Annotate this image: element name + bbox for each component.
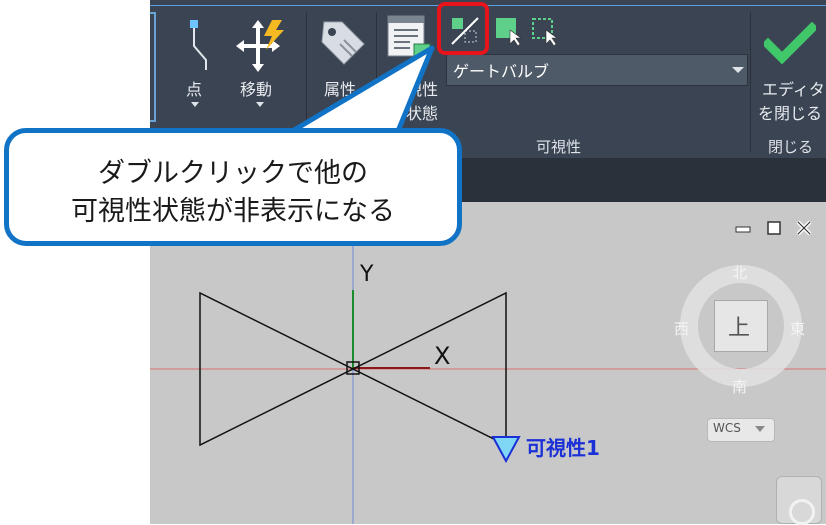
chevron-down-icon (755, 426, 765, 432)
checkmark-icon (764, 22, 816, 65)
y-axis-label: Y (360, 262, 374, 287)
navigation-bar[interactable] (776, 476, 822, 525)
callout-line-1: ダブルクリックで他の (98, 158, 368, 189)
compass-south[interactable]: 南 (732, 376, 747, 397)
make-invisible-icon[interactable] (530, 16, 560, 46)
point-tool-button[interactable]: 点 (168, 10, 220, 120)
compass-east[interactable]: 東 (790, 318, 805, 339)
compass-west[interactable]: 西 (674, 318, 689, 339)
point-dropdown-caret[interactable] (191, 102, 199, 107)
compass-north[interactable]: 北 (732, 262, 747, 283)
visibility-state-dropdown-value: ゲートバルブ (453, 62, 550, 81)
callout-line-2: 可視性状態が非表示になる (71, 196, 395, 227)
point-parameter-icon (190, 20, 207, 70)
restore-icon (767, 221, 781, 235)
steering-wheel-icon (789, 499, 815, 525)
visibility-grip (491, 436, 521, 464)
minimize-icon (735, 226, 751, 233)
visibility-parameter-label[interactable]: 可視性1 (526, 432, 600, 461)
wcs-label: WCS (713, 421, 741, 435)
callout-seam (285, 133, 395, 139)
chevron-down-icon[interactable] (732, 67, 744, 73)
point-label: 点 (186, 80, 203, 99)
close-editor-label-1: エディタ (762, 80, 825, 99)
make-visible-icon[interactable] (494, 16, 524, 46)
close-editor-label-2: を閉じる (758, 104, 823, 123)
instruction-callout: ダブルクリックで他の 可視性状態が非表示になる (4, 128, 462, 246)
viewport-window-controls[interactable] (732, 218, 818, 238)
close-editor-button[interactable]: エディタ を閉じる (756, 10, 825, 124)
ribbon-separator (750, 12, 751, 152)
close-panel-title: 閉じる (768, 138, 814, 156)
x-axis-label: X (434, 342, 451, 370)
ribbon-left-frame (150, 12, 156, 122)
visibility-panel-title: 可視性 (536, 138, 582, 156)
viewcube-top-label: 上 (728, 316, 751, 341)
